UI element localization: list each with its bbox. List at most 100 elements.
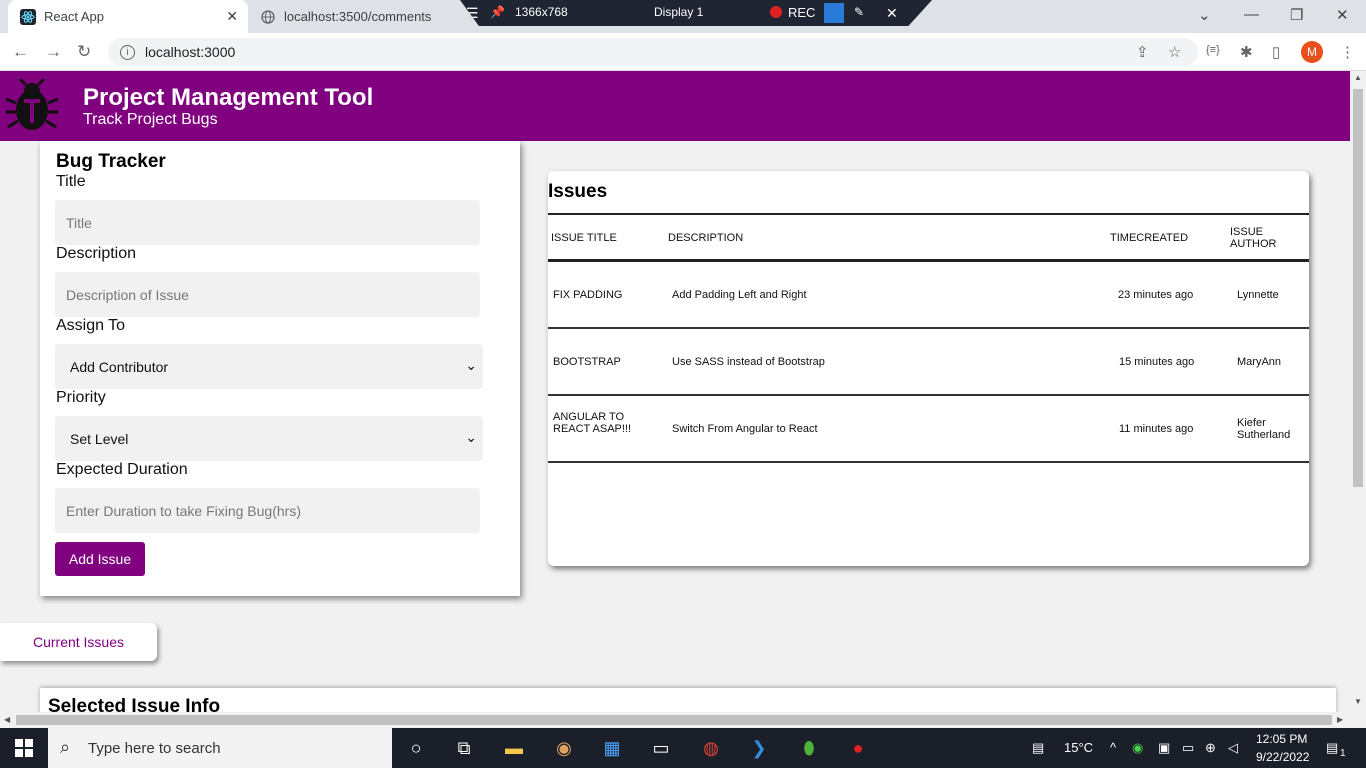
network-icon[interactable]: ⊕ [1205,740,1216,756]
issue-time-cell: 15 minutes ago [1119,356,1195,368]
chrome-icon[interactable]: ◍ [699,736,723,760]
column-header: ISSUE TITLE [551,232,617,244]
tab-label: localhost:3500/comments [284,9,432,24]
forward-icon[interactable]: → [45,42,62,62]
column-header: TIMECREATED [1110,232,1189,244]
back-icon[interactable]: ← [12,42,29,62]
battery-icon[interactable]: ▭ [1182,740,1194,756]
priority-select[interactable]: Set Level ⌄ [55,416,483,461]
vscode-icon[interactable]: ❯ [747,736,771,760]
vertical-scrollbar[interactable]: ▲ ▼ [1350,71,1366,712]
issues-table-header: ISSUE TITLE DESCRIPTION TIMECREATED ISSU… [548,213,1309,262]
address-bar: ← → ↻ i localhost:3000 ⇪ ☆ {≡} ✱ ▯ M ⋮ [0,33,1366,71]
table-row[interactable]: BOOTSTRAP Use SASS instead of Bootstrap … [548,329,1309,396]
table-row[interactable]: ANGULAR TO REACT ASAP!!! Switch From Ang… [548,396,1309,463]
side-panel-icon[interactable]: ▯ [1272,43,1280,61]
horizontal-scroll-thumb[interactable] [16,715,1332,725]
media-player-icon[interactable]: ◉ [552,736,576,760]
current-issues-button[interactable]: Current Issues [0,623,157,661]
tab-search-icon[interactable]: ⌄ [1198,6,1211,24]
app-title: Project Management Tool [83,84,374,111]
pen-icon[interactable]: ✎ [854,5,864,19]
camera-tray-icon[interactable]: ▣ [1158,740,1170,756]
file-explorer-icon[interactable]: ▬ [502,736,526,760]
temperature[interactable]: 15°C [1064,740,1093,755]
scroll-right-icon[interactable]: ▶ [1337,715,1343,724]
extension-json-icon[interactable]: {≡} [1206,44,1220,56]
weather-icon[interactable]: ▤ [1032,740,1044,756]
issue-author-cell: MaryAnn [1237,356,1282,368]
tab-comments[interactable]: localhost:3500/comments [250,0,460,33]
info-icon[interactable]: i [120,44,135,60]
close-recorder-icon[interactable]: ✕ [886,5,898,22]
extensions-puzzle-icon[interactable]: ✱ [1240,43,1253,61]
share-icon[interactable]: ⇪ [1136,43,1149,61]
profile-avatar[interactable]: M [1301,41,1323,63]
notifications-icon[interactable]: ▤ [1326,740,1338,756]
globe-icon [260,9,276,25]
taskbar-search[interactable]: ⌕ Type here to search [48,728,392,768]
vertical-scroll-thumb[interactable] [1353,89,1363,487]
title-label: Title [56,173,86,190]
search-icon: ⌕ [60,737,71,757]
cortana-icon[interactable]: ○ [404,736,428,760]
clock-time[interactable]: 12:05 PM [1256,732,1307,746]
task-view-icon[interactable]: ⧉ [452,736,476,760]
table-row[interactable]: FIX PADDING Add Padding Left and Right 2… [548,262,1309,329]
issue-title-cell: BOOTSTRAP [553,356,621,368]
priority-label: Priority [56,389,106,406]
url-field[interactable]: i localhost:3000 [108,38,1198,66]
pin-icon[interactable]: 📌 [490,5,505,19]
reload-icon[interactable]: ↻ [77,42,91,62]
windows-taskbar: ⌕ Type here to search ○ ⧉ ▬ ◉ ▦ ▭ ◍ ❯ ⬮ … [0,728,1366,768]
scroll-left-icon[interactable]: ◀ [4,715,10,724]
react-icon [20,8,36,25]
tray-chevron-icon[interactable]: ^ [1110,740,1116,755]
minimize-icon[interactable]: — [1244,6,1259,23]
assign-select[interactable]: Add Contributor ⌄ [55,344,483,389]
windows-start-icon[interactable] [12,736,36,760]
scroll-up-icon[interactable]: ▲ [1354,73,1362,82]
clock-date[interactable]: 9/22/2022 [1256,750,1309,764]
selected-issue-panel: Selected Issue Info [40,688,1336,712]
issue-title-cell: FIX PADDING [553,289,623,301]
issues-heading: Issues [548,181,608,202]
description-input[interactable]: Description of Issue [55,272,480,317]
selected-issue-heading: Selected Issue Info [48,696,221,712]
store-icon[interactable]: ▦ [600,736,624,760]
mongodb-icon[interactable]: ⬮ [797,736,821,760]
kebab-menu-icon[interactable]: ⋮ [1340,43,1355,61]
scroll-down-icon[interactable]: ▼ [1354,697,1362,706]
tray-app-icon[interactable]: ◉ [1132,740,1143,756]
tab-strip: React App ✕ localhost:3500/comments ☰ 📌 … [0,0,1366,33]
menu-icon[interactable]: ☰ [466,5,479,22]
issue-time-cell: 11 minutes ago [1119,423,1194,435]
title-input[interactable]: Title [55,200,480,245]
restore-icon[interactable]: ❐ [1290,6,1303,24]
close-tab-icon[interactable]: ✕ [226,8,238,25]
recorder-app-icon[interactable]: ● [846,736,870,760]
recorder-display: Display 1 [654,5,704,19]
terminal-icon[interactable]: ▭ [649,736,673,760]
camera-icon[interactable] [824,3,844,23]
recorder-rec[interactable]: REC [788,5,815,20]
app-subtitle: Track Project Bugs [83,111,218,128]
issue-time-cell: 23 minutes ago [1118,289,1194,301]
duration-input[interactable]: Enter Duration to take Fixing Bug(hrs) [55,488,480,533]
volume-icon[interactable]: ◁ [1228,740,1238,756]
issue-title-cell: ANGULAR TO REACT ASAP!!! [553,411,632,435]
bookmark-star-icon[interactable]: ☆ [1168,43,1181,61]
bug-icon [5,77,59,133]
bug-tracker-form: Bug Tracker Title Title Description Desc… [40,141,520,596]
recorder-resolution: 1366x768 [515,5,568,19]
avatar-initial: M [1307,45,1317,59]
tab-react-app[interactable]: React App ✕ [8,0,248,33]
close-window-icon[interactable]: ✕ [1336,6,1349,24]
issue-description-cell: Use SASS instead of Bootstrap [672,356,825,368]
horizontal-scrollbar[interactable]: ◀ ▶ [0,712,1350,728]
add-issue-button[interactable]: Add Issue [55,542,145,576]
record-dot-icon [770,6,782,18]
issue-description-cell: Switch From Angular to React [672,423,818,435]
search-placeholder: Type here to search [88,739,221,757]
assign-label: Assign To [56,317,126,334]
